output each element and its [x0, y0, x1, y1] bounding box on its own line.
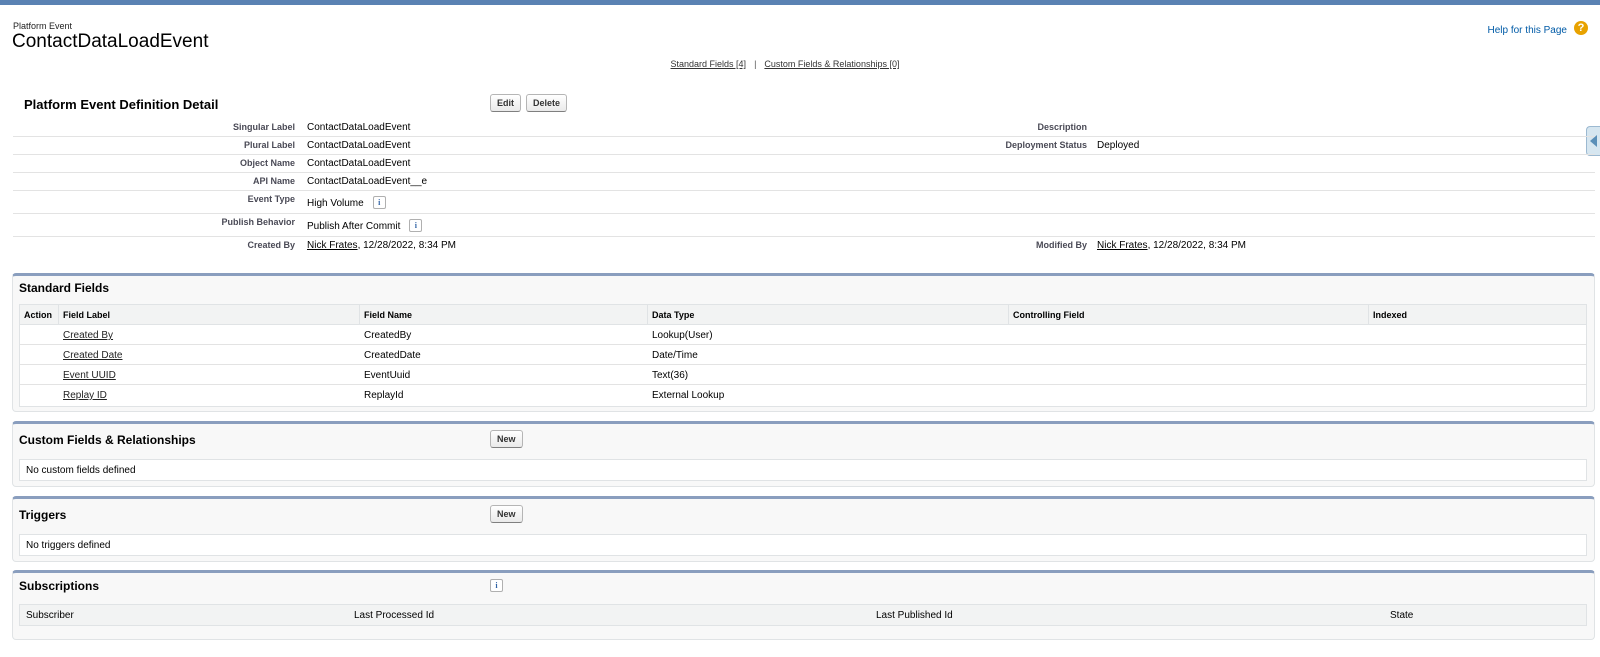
table-row: Created Date CreatedDate Date/Time: [20, 345, 1586, 365]
subscriptions-section: Subscriptions i Subscriber Last Processe…: [12, 570, 1595, 640]
event-type-value: High Volume: [307, 198, 364, 209]
field-label: Deployment Status: [1005, 140, 1087, 150]
empty-message: No triggers defined: [19, 534, 1587, 556]
field-name: EventUuid: [364, 370, 411, 381]
custom-fields-section: Custom Fields & Relationships New No cus…: [12, 421, 1595, 487]
empty-message: No custom fields defined: [19, 459, 1587, 481]
field-label: Publish Behavior: [221, 217, 295, 227]
delete-button[interactable]: Delete: [526, 94, 568, 112]
help-link[interactable]: Help for this Page: [1488, 25, 1568, 36]
standard-fields-section: Standard Fields Action Field Label Field…: [12, 273, 1595, 412]
page-title: ContactDataLoadEvent: [12, 31, 209, 52]
section-title: Triggers: [19, 508, 67, 522]
detail-row-plural-label: Plural Label ContactDataLoadEvent Deploy…: [13, 137, 1595, 155]
detail-table: Singular Label ContactDataLoadEvent Desc…: [13, 119, 1595, 257]
detail-row-publish-behavior: Publish Behavior Publish After Commit i: [13, 214, 1595, 237]
question-circle-icon[interactable]: ?: [1574, 21, 1588, 35]
section-title: Custom Fields & Relationships: [19, 433, 196, 447]
quick-links: Standard Fields [4] | Custom Fields & Rela…: [0, 59, 1600, 69]
created-by-user-link[interactable]: Nick Frates: [307, 240, 358, 251]
field-label: Singular Label: [232, 122, 295, 132]
table-header: Subscriber Last Processed Id Last Publis…: [20, 605, 1586, 625]
modified-by-user-link[interactable]: Nick Frates: [1097, 240, 1148, 251]
column-header: Subscriber: [26, 610, 74, 621]
data-type: Date/Time: [652, 350, 698, 361]
column-header: Field Label: [58, 305, 110, 324]
field-label: Event Type: [247, 194, 295, 204]
field-label: Created By: [247, 240, 295, 250]
field-label-link[interactable]: Created By: [63, 330, 113, 341]
column-header: Data Type: [647, 305, 694, 324]
info-icon[interactable]: i: [490, 579, 503, 592]
table-row: Event UUID EventUuid Text(36): [20, 365, 1586, 385]
quick-links-separator: |: [754, 59, 757, 69]
header-strip: [0, 0, 1600, 5]
field-value: ContactDataLoadEvent: [307, 158, 411, 169]
field-value: Nick Frates, 12/28/2022, 8:34 PM: [1097, 240, 1246, 251]
field-name: CreatedBy: [364, 330, 412, 341]
field-label: API Name: [252, 176, 295, 186]
data-type: Lookup(User): [652, 330, 713, 341]
section-title: Subscriptions: [19, 579, 100, 593]
new-custom-field-button[interactable]: New: [490, 430, 523, 448]
field-value: ContactDataLoadEvent: [307, 122, 411, 133]
detail-row-singular-label: Singular Label ContactDataLoadEvent Desc…: [13, 119, 1595, 137]
field-label-link[interactable]: Replay ID: [63, 390, 107, 401]
field-label: Object Name: [239, 158, 295, 168]
section-title: Standard Fields: [19, 281, 110, 295]
custom-fields-link[interactable]: Custom Fields & Relationships [0]: [764, 59, 899, 69]
data-type: External Lookup: [652, 390, 725, 401]
field-value: ContactDataLoadEvent__e: [307, 176, 428, 187]
table-row: Replay ID ReplayId External Lookup: [20, 385, 1586, 405]
column-header: Last Processed Id: [354, 610, 435, 621]
detail-section-title: Platform Event Definition Detail: [24, 97, 219, 112]
standard-fields-link[interactable]: Standard Fields [4]: [671, 59, 747, 69]
modified-date-text: , 12/28/2022, 8:34 PM: [1147, 240, 1246, 251]
page-type-label: Platform Event: [13, 21, 73, 31]
detail-row-event-type: Event Type High Volume i: [13, 191, 1595, 214]
field-label: Description: [1037, 122, 1087, 132]
column-header: Controlling Field: [1008, 305, 1085, 324]
data-type: Text(36): [652, 370, 689, 381]
triggers-section: Triggers New No triggers defined: [12, 496, 1595, 562]
publish-behavior-value: Publish After Commit: [307, 221, 401, 232]
new-trigger-button[interactable]: New: [490, 505, 523, 523]
detail-row-object-name: Object Name ContactDataLoadEvent: [13, 155, 1595, 173]
detail-row-api-name: API Name ContactDataLoadEvent__e: [13, 173, 1595, 191]
table-row: Created By CreatedBy Lookup(User): [20, 325, 1586, 345]
column-header: Last Published Id: [876, 610, 953, 621]
field-value: High Volume i: [307, 196, 386, 209]
subscriptions-table: Subscriber Last Processed Id Last Publis…: [19, 604, 1587, 626]
field-value: ContactDataLoadEvent: [307, 140, 411, 151]
info-icon[interactable]: i: [372, 196, 386, 209]
column-header: Indexed: [1368, 305, 1407, 324]
info-icon[interactable]: i: [409, 219, 423, 232]
field-label-link[interactable]: Created Date: [63, 350, 122, 361]
column-header: Action: [24, 310, 52, 320]
table-header: Action Field Label Field Name Data Type …: [20, 305, 1586, 325]
field-name: CreatedDate: [364, 350, 421, 361]
field-value: Publish After Commit i: [307, 219, 423, 232]
standard-fields-table: Action Field Label Field Name Data Type …: [19, 304, 1587, 407]
field-value: Nick Frates, 12/28/2022, 8:34 PM: [307, 240, 456, 251]
edit-button[interactable]: Edit: [490, 94, 521, 112]
detail-row-created-by: Created By Nick Frates, 12/28/2022, 8:34…: [13, 237, 1595, 257]
field-label: Modified By: [1036, 240, 1087, 250]
field-label: Plural Label: [243, 140, 295, 150]
field-name: ReplayId: [364, 390, 404, 401]
column-header: Field Name: [359, 305, 412, 324]
column-header: State: [1390, 610, 1414, 621]
field-label-link[interactable]: Event UUID: [63, 370, 116, 381]
created-date-text: , 12/28/2022, 8:34 PM: [357, 240, 456, 251]
deployment-status-value: Deployed: [1097, 140, 1140, 151]
